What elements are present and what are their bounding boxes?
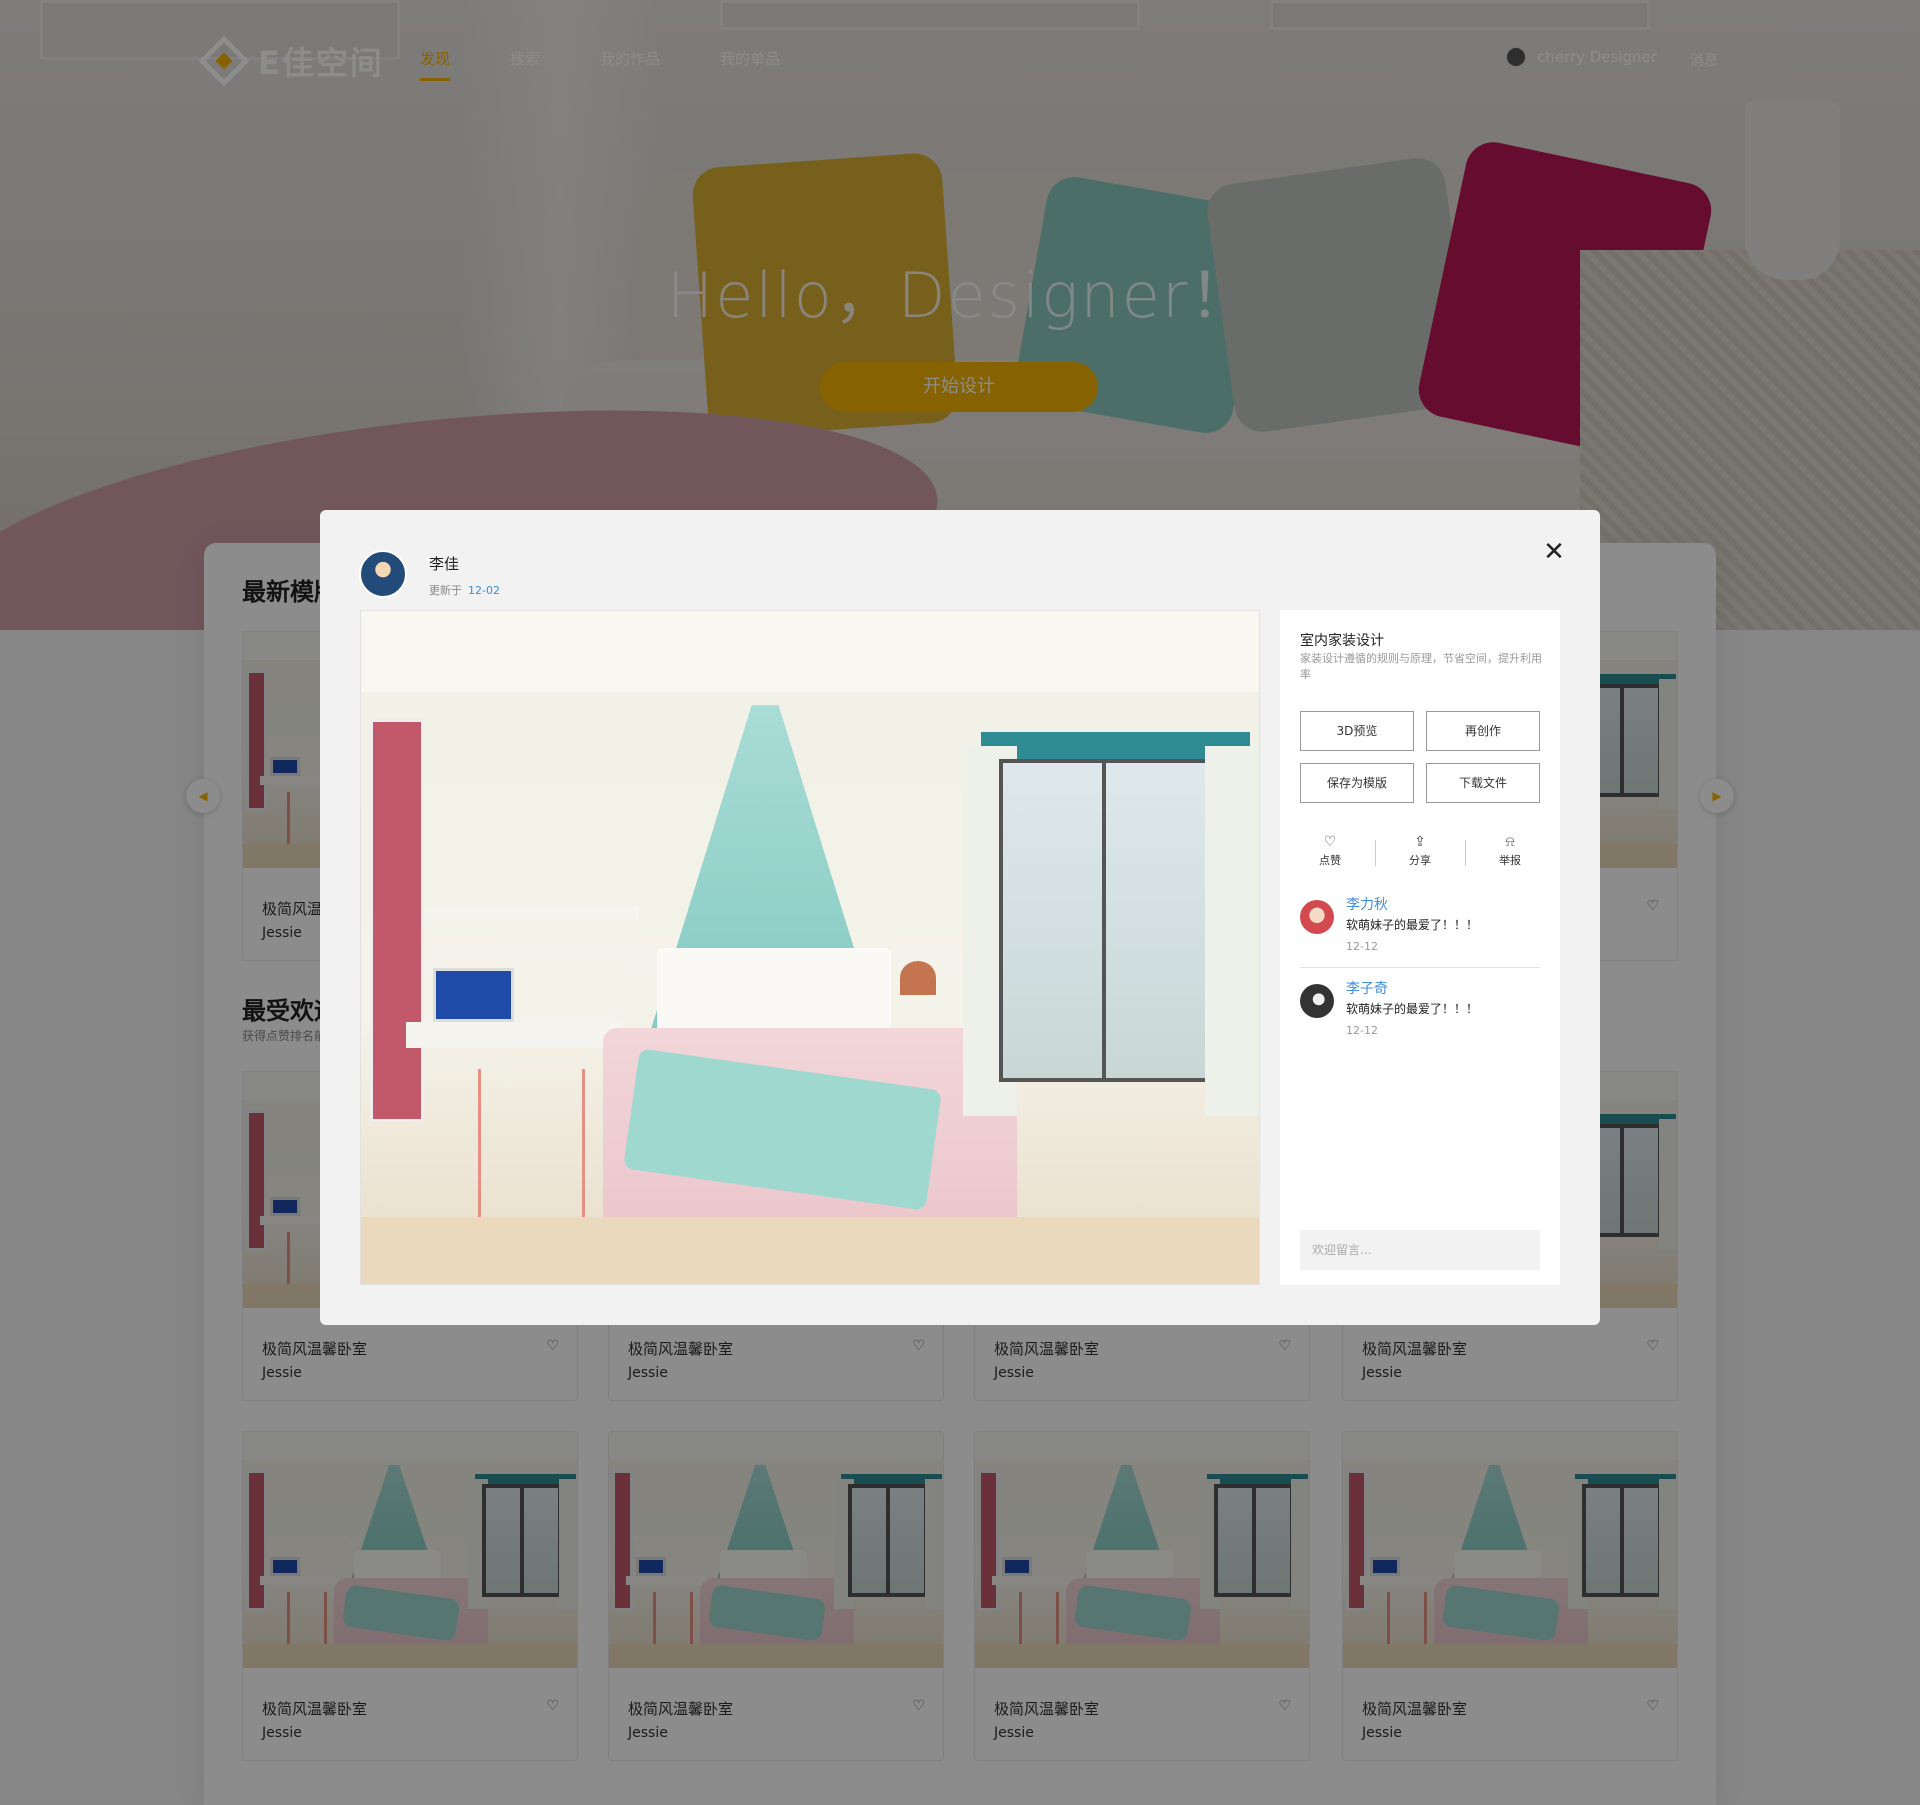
comment-time: 12-12 xyxy=(1346,1024,1378,1037)
action-bar: ♡ 点赞 ⇪ 分享 ⍾ 举报 xyxy=(1300,832,1540,882)
updated-label: 更新于 xyxy=(429,584,462,597)
heart-icon: ♡ xyxy=(1323,834,1337,850)
comment-user[interactable]: 李力秋 xyxy=(1346,894,1388,914)
report-label: 举报 xyxy=(1499,854,1521,867)
comment-user[interactable]: 李子奇 xyxy=(1346,978,1388,998)
divider xyxy=(1464,840,1466,866)
like-label: 点赞 xyxy=(1319,854,1341,867)
design-detail-modal: 李佳 更新于 12-02 ✕ 室内家装设计 家装设计遵循的规则与原理，节省空间，提… xyxy=(320,510,1600,1325)
report-action[interactable]: ⍾ 举报 xyxy=(1480,832,1540,882)
updated-date: 12-02 xyxy=(468,584,500,597)
like-action[interactable]: ♡ 点赞 xyxy=(1300,832,1360,882)
design-preview-image xyxy=(360,610,1260,1285)
divider xyxy=(1374,840,1376,866)
divider xyxy=(1300,967,1540,968)
avatar[interactable] xyxy=(1300,984,1334,1018)
comment-text: 软萌妹子的最爱了！！！ xyxy=(1346,918,1479,932)
close-icon[interactable]: ✕ xyxy=(1542,539,1566,565)
share-icon: ⇪ xyxy=(1414,834,1426,850)
3d-preview-button[interactable]: 3D预览 xyxy=(1300,711,1414,751)
share-action[interactable]: ⇪ 分享 xyxy=(1390,832,1450,882)
author-avatar[interactable] xyxy=(359,550,407,598)
download-file-button[interactable]: 下载文件 xyxy=(1426,763,1540,803)
avatar[interactable] xyxy=(1300,900,1334,934)
share-label: 分享 xyxy=(1409,854,1431,867)
comment-time: 12-12 xyxy=(1346,940,1378,953)
design-side-panel: 室内家装设计 家装设计遵循的规则与原理，节省空间，提升利用率 3D预览 再创作 … xyxy=(1280,610,1560,1285)
recreate-button[interactable]: 再创作 xyxy=(1426,711,1540,751)
author-name[interactable]: 李佳 xyxy=(429,553,459,574)
alarm-icon: ⍾ xyxy=(1505,834,1515,850)
comment-text: 软萌妹子的最爱了！！！ xyxy=(1346,1002,1479,1016)
design-title: 室内家装设计 xyxy=(1300,633,1384,649)
design-description: 家装设计遵循的规则与原理，节省空间，提升利用率 xyxy=(1300,652,1542,681)
update-info: 更新于 12-02 xyxy=(429,582,500,598)
save-as-template-button[interactable]: 保存为模版 xyxy=(1300,763,1414,803)
comment-input[interactable] xyxy=(1300,1230,1540,1270)
